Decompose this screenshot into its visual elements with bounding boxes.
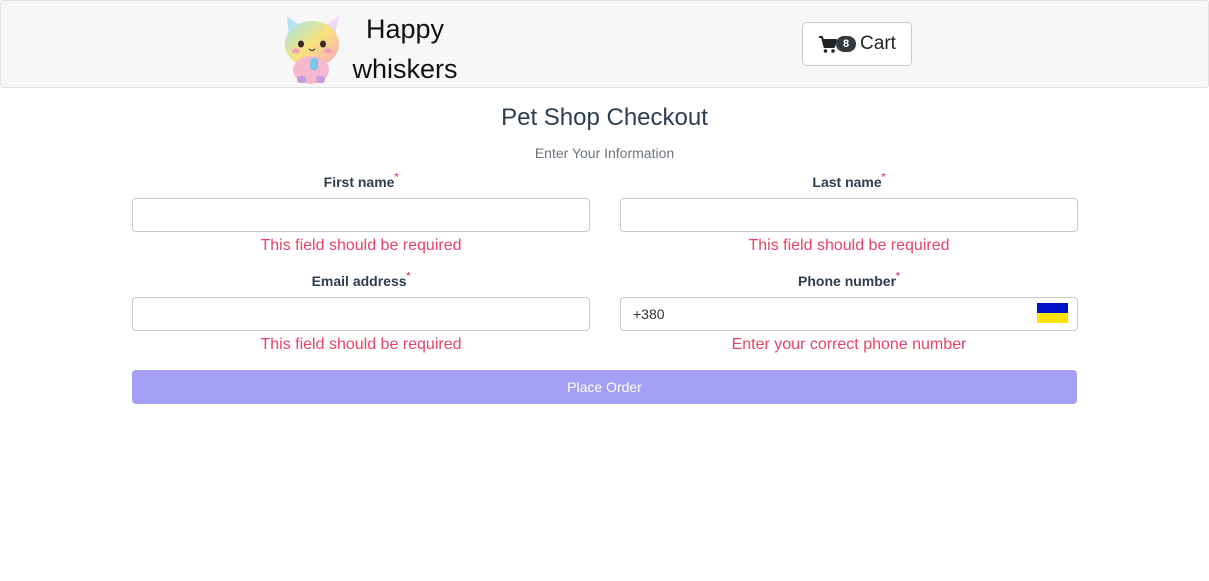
email-group: Email address* This field should be requ…	[132, 271, 590, 355]
email-label: Email address*	[311, 271, 411, 289]
phone-input-wrapper	[620, 297, 1078, 331]
cart-label: Cart	[860, 33, 896, 54]
required-marker: *	[896, 271, 900, 282]
navbar: Happy whiskers 8 Cart	[0, 0, 1209, 88]
email-input[interactable]	[132, 297, 590, 331]
brand-name: Happy whiskers	[347, 9, 463, 89]
first-name-error: This field should be required	[260, 237, 462, 254]
page-subtitle: Enter Your Information	[534, 145, 675, 161]
last-name-label: Last name*	[812, 172, 886, 190]
cart-count-badge: 8	[836, 36, 857, 52]
brand-line-1: Happy	[365, 14, 445, 44]
cart-button[interactable]: 8 Cart	[802, 22, 912, 66]
first-name-group: First name* This field should be require…	[132, 172, 590, 256]
phone-group: Phone number* Enter your correct phone n…	[620, 271, 1078, 355]
phone-error: Enter your correct phone number	[731, 336, 967, 353]
phone-input[interactable]	[620, 297, 1078, 331]
page-title: Pet Shop Checkout	[501, 104, 708, 131]
required-marker: *	[881, 172, 886, 183]
last-name-group: Last name* This field should be required	[620, 172, 1078, 256]
email-error: This field should be required	[260, 336, 462, 353]
required-marker: *	[394, 172, 399, 183]
place-order-button[interactable]: Place Order	[132, 370, 1077, 404]
first-name-input[interactable]	[132, 198, 590, 232]
ukraine-flag-icon[interactable]	[1037, 303, 1068, 323]
last-name-input[interactable]	[620, 198, 1078, 232]
shopping-cart-icon	[819, 36, 838, 53]
phone-label: Phone number*	[798, 271, 900, 289]
last-name-error: This field should be required	[748, 237, 950, 254]
brand-line-2: whiskers	[352, 54, 458, 84]
required-marker: *	[406, 271, 411, 282]
brand[interactable]: Happy whiskers	[281, 9, 463, 89]
first-name-label: First name*	[323, 172, 399, 190]
cat-logo-icon	[285, 16, 339, 84]
